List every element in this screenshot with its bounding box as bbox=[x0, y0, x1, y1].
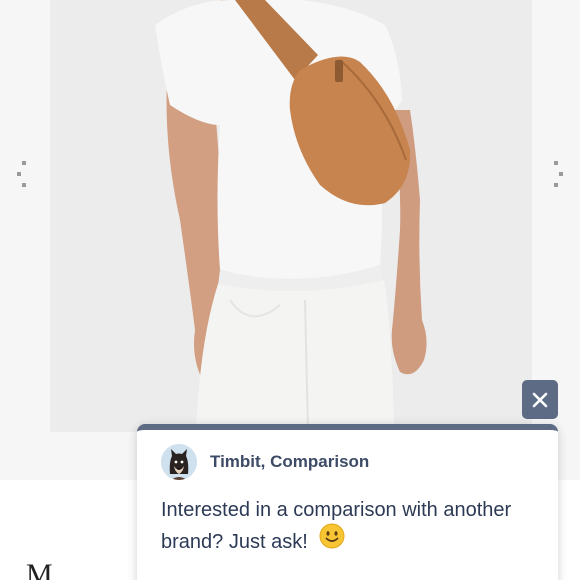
shiba-avatar-icon bbox=[161, 444, 197, 480]
gallery-next-button[interactable] bbox=[548, 160, 568, 188]
product-gallery bbox=[0, 0, 580, 480]
chat-message: Interested in a comparison with another … bbox=[161, 494, 541, 559]
dotted-chevron-left-icon bbox=[17, 161, 26, 187]
close-icon bbox=[532, 392, 548, 407]
smile-emoji-icon bbox=[319, 523, 345, 559]
product-page: M Timbit, Comparison Interested in a com… bbox=[0, 0, 580, 580]
chat-popup[interactable]: Timbit, Comparison Interested in a compa… bbox=[137, 424, 558, 580]
chat-sender-name: Timbit, Comparison bbox=[210, 452, 370, 471]
chat-close-button[interactable] bbox=[522, 380, 558, 419]
product-title-fragment: M bbox=[26, 558, 53, 580]
dotted-chevron-right-icon bbox=[554, 161, 563, 187]
avatar bbox=[161, 444, 197, 480]
product-photo-art bbox=[50, 0, 532, 432]
product-photo[interactable] bbox=[50, 0, 532, 432]
chat-header: Timbit, Comparison bbox=[161, 444, 369, 480]
gallery-prev-button[interactable] bbox=[12, 160, 32, 188]
